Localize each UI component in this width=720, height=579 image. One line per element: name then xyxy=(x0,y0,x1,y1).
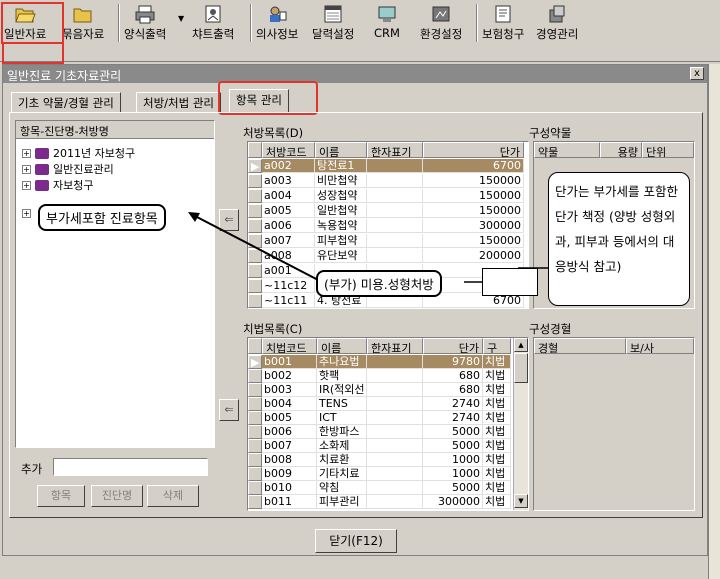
annotation-box xyxy=(482,268,538,296)
annotation-cosmetic: (부가) 미용.성형처방 xyxy=(316,270,442,297)
annotation-price-note: 단가는 부가세를 포함한 단가 책정 (양방 성형외과, 피부과 등에서의 대응… xyxy=(548,172,690,306)
